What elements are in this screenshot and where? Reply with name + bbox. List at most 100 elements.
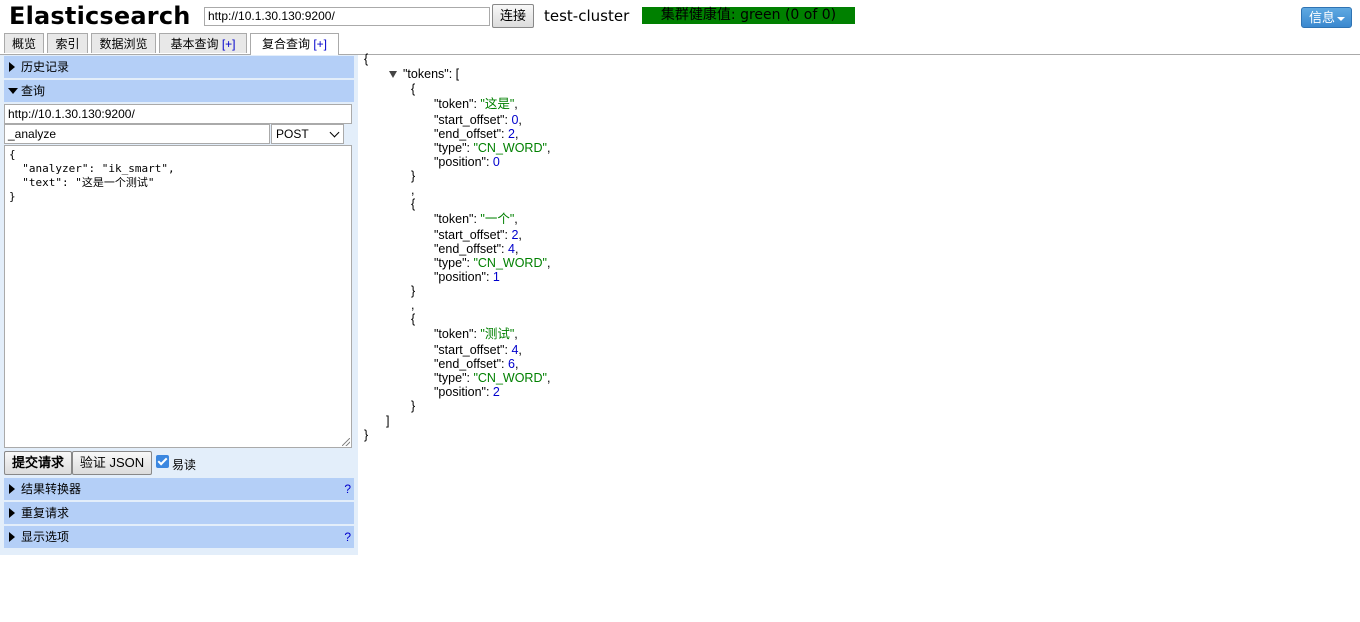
http-method-select[interactable]: POST <box>271 124 344 144</box>
help-link[interactable]: ? <box>344 478 351 500</box>
section-label: 结果转换器 <box>21 482 82 496</box>
method-value: POST <box>276 127 309 141</box>
json-brace: { <box>411 197 416 211</box>
tab-plus[interactable]: [+] <box>313 37 327 51</box>
json-line: "end_offset": 6, <box>434 357 519 371</box>
tab-label: 复合查询 <box>261 37 310 51</box>
json-line: "end_offset": 4, <box>434 242 519 256</box>
json-key: "end_offset" <box>434 127 502 141</box>
json-key: "tokens" <box>403 67 449 81</box>
json-key: "end_offset" <box>434 242 502 256</box>
json-string: "CN_WORD" <box>473 141 547 155</box>
json-string: "CN_WORD" <box>473 371 547 385</box>
json-number: 0 <box>492 155 500 169</box>
tab-label: 基本查询 <box>170 37 219 51</box>
easy-read-label: 易读 <box>172 458 197 472</box>
json-key: "type" <box>434 256 467 270</box>
section-label: 历史记录 <box>21 60 70 74</box>
json-brace: } <box>411 399 416 413</box>
json-line: "token": "一个", <box>434 212 518 226</box>
json-key: "position" <box>434 270 486 284</box>
tab-label: 概览 <box>11 37 36 51</box>
json-line-tokens: "tokens": [ <box>403 67 459 82</box>
tab-compound-query[interactable]: 复合查询 [+] <box>250 33 339 55</box>
json-punct: : [ <box>448 67 460 81</box>
json-brace: { <box>411 82 416 96</box>
json-key: "type" <box>434 371 467 385</box>
chevron-down-icon <box>329 127 340 138</box>
json-number: 2 <box>511 228 519 242</box>
main-tabs: 概览 索引 数据浏览 基本查询 [+] 复合查询 [+] <box>0 33 1360 55</box>
tab-browser[interactable]: 数据浏览 <box>91 33 156 53</box>
section-label: 查询 <box>21 84 46 98</box>
resize-grip-icon[interactable] <box>342 438 350 446</box>
tab-overview[interactable]: 概览 <box>4 33 44 53</box>
json-key: "position" <box>434 155 486 169</box>
submit-request-button[interactable]: 提交请求 <box>4 451 72 475</box>
json-brace: } <box>411 284 416 298</box>
query-url-input[interactable]: http://10.1.30.130:9200/ <box>4 104 352 124</box>
tab-label: 索引 <box>55 37 80 51</box>
expand-arrow-icon <box>9 508 15 518</box>
json-key: "end_offset" <box>434 357 502 371</box>
chevron-down-icon <box>1337 17 1345 21</box>
json-comma: , <box>411 183 415 197</box>
query-body-textarea[interactable]: { "analyzer": "ik_smart", "text": "这是一个测… <box>4 145 352 448</box>
json-brace: { <box>411 312 416 326</box>
json-key: "token" <box>434 327 474 341</box>
json-line: "position": 2 <box>434 385 500 399</box>
json-string: "测试" <box>480 327 515 341</box>
json-key: "start_offset" <box>434 113 505 127</box>
json-line: "type": "CN_WORD", <box>434 371 551 385</box>
json-string: "这是" <box>480 97 515 111</box>
json-brace: } <box>364 428 369 442</box>
json-number: 2 <box>492 385 500 399</box>
easy-read-checkbox[interactable] <box>156 455 169 468</box>
tab-indices[interactable]: 索引 <box>47 33 88 53</box>
json-line: "start_offset": 2, <box>434 228 522 242</box>
collapse-triangle-icon[interactable] <box>389 71 397 78</box>
validate-json-button[interactable]: 验证 JSON <box>72 451 152 475</box>
json-key: "position" <box>434 385 486 399</box>
json-brace: { <box>364 52 369 66</box>
repeat-request-section-header[interactable]: 重复请求 <box>4 502 354 524</box>
tab-basic-query[interactable]: 基本查询 [+] <box>159 33 247 53</box>
collapse-arrow-icon <box>8 88 18 94</box>
cluster-health-badge: 集群健康值: green (0 of 0) <box>642 7 855 24</box>
json-number: 6 <box>507 357 515 371</box>
json-number: 0 <box>511 113 519 127</box>
json-line: "token": "这是", <box>434 97 518 111</box>
json-key: "start_offset" <box>434 228 505 242</box>
expand-arrow-icon <box>9 62 15 72</box>
history-section-header[interactable]: 历史记录 <box>4 56 354 78</box>
json-key: "token" <box>434 212 474 226</box>
header: Elasticsearch http://10.1.30.130:9200/ 连… <box>0 0 1360 34</box>
cluster-url-input[interactable]: http://10.1.30.130:9200/ <box>204 7 490 26</box>
tab-label: 数据浏览 <box>99 37 148 51</box>
json-comma: , <box>411 298 415 312</box>
json-number: 4 <box>507 242 515 256</box>
json-line: "start_offset": 0, <box>434 113 522 127</box>
cluster-name: test-cluster <box>544 7 630 25</box>
expand-arrow-icon <box>9 532 15 542</box>
tab-plus[interactable]: [+] <box>222 37 236 51</box>
json-string: "一个" <box>480 212 515 226</box>
info-dropdown-button[interactable]: 信息 <box>1301 7 1352 28</box>
connect-button[interactable]: 连接 <box>492 4 534 28</box>
display-options-section-header[interactable]: 显示选项 ? <box>4 526 354 548</box>
query-path-input[interactable]: _analyze <box>4 124 270 144</box>
info-button-label: 信息 <box>1309 10 1336 25</box>
json-line: "type": "CN_WORD", <box>434 141 551 155</box>
result-transformer-section-header[interactable]: 结果转换器 ? <box>4 478 354 500</box>
query-section-header[interactable]: 查询 <box>4 80 354 102</box>
json-number: 4 <box>511 343 519 357</box>
json-number: 1 <box>492 270 500 284</box>
json-key: "start_offset" <box>434 343 505 357</box>
json-brace: } <box>411 169 416 183</box>
json-line: "position": 1 <box>434 270 500 284</box>
section-label: 显示选项 <box>21 530 70 544</box>
help-link[interactable]: ? <box>344 526 351 548</box>
json-key: "type" <box>434 141 467 155</box>
json-line: "type": "CN_WORD", <box>434 256 551 270</box>
json-number: 2 <box>507 127 515 141</box>
